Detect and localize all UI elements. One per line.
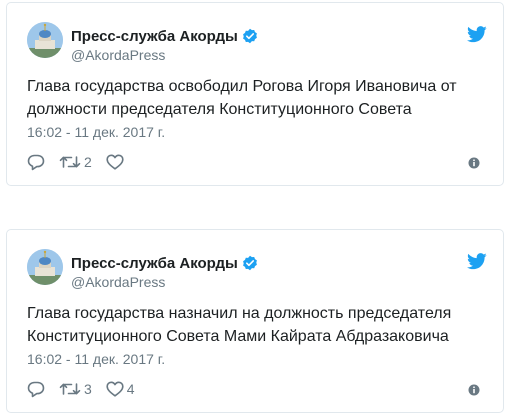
akorda-building-avatar-image — [27, 22, 63, 58]
author-name-row[interactable]: Пресс-служба Акорды — [71, 253, 258, 273]
tweet-actions: 2 — [27, 151, 141, 173]
retweet-count: 2 — [84, 154, 92, 170]
retweet-count: 3 — [84, 381, 92, 397]
twitter-bird-icon[interactable] — [467, 253, 487, 270]
heart-icon — [106, 381, 124, 397]
reply-icon — [27, 154, 45, 170]
retweet-icon — [59, 383, 81, 395]
like-button[interactable] — [106, 154, 127, 170]
like-button[interactable]: 4 — [106, 381, 135, 397]
author-display-name[interactable]: Пресс-служба Акорды — [71, 28, 238, 45]
heart-icon — [106, 154, 124, 170]
info-icon[interactable] — [468, 156, 480, 169]
reply-icon — [27, 381, 45, 397]
verified-icon — [242, 28, 258, 44]
author-display-name[interactable]: Пресс-служба Акорды — [71, 255, 238, 272]
reply-button[interactable] — [27, 154, 45, 171]
author-name-row[interactable]: Пресс-служба Акорды — [71, 26, 258, 46]
retweet-button[interactable]: 3 — [59, 381, 92, 397]
tweet-card[interactable]: Пресс-служба Акорды @AkordaPress Глава г… — [6, 2, 504, 186]
reply-button[interactable] — [27, 381, 45, 398]
info-icon[interactable] — [468, 383, 480, 396]
avatar[interactable] — [27, 249, 63, 285]
akorda-building-avatar-image — [27, 249, 63, 285]
tweet-card[interactable]: Пресс-служба Акорды @AkordaPress Глава г… — [6, 229, 504, 413]
retweet-icon — [59, 156, 81, 168]
tweet-timestamp[interactable]: 16:02 - 11 дек. 2017 г. — [27, 351, 165, 367]
like-count: 4 — [126, 381, 135, 397]
retweet-button[interactable]: 2 — [59, 154, 92, 170]
tweet-actions: 3 4 — [27, 378, 149, 400]
author-handle[interactable]: @AkordaPress — [71, 274, 165, 290]
tweet-timestamp[interactable]: 16:02 - 11 дек. 2017 г. — [27, 124, 165, 140]
author-handle[interactable]: @AkordaPress — [71, 47, 165, 63]
twitter-bird-icon[interactable] — [467, 26, 487, 43]
avatar[interactable] — [27, 22, 63, 58]
tweet-text: Глава государства освободил Рогова Игоря… — [27, 78, 457, 118]
verified-icon — [242, 255, 258, 271]
tweet-text: Глава государства назначил на должность … — [27, 305, 452, 345]
